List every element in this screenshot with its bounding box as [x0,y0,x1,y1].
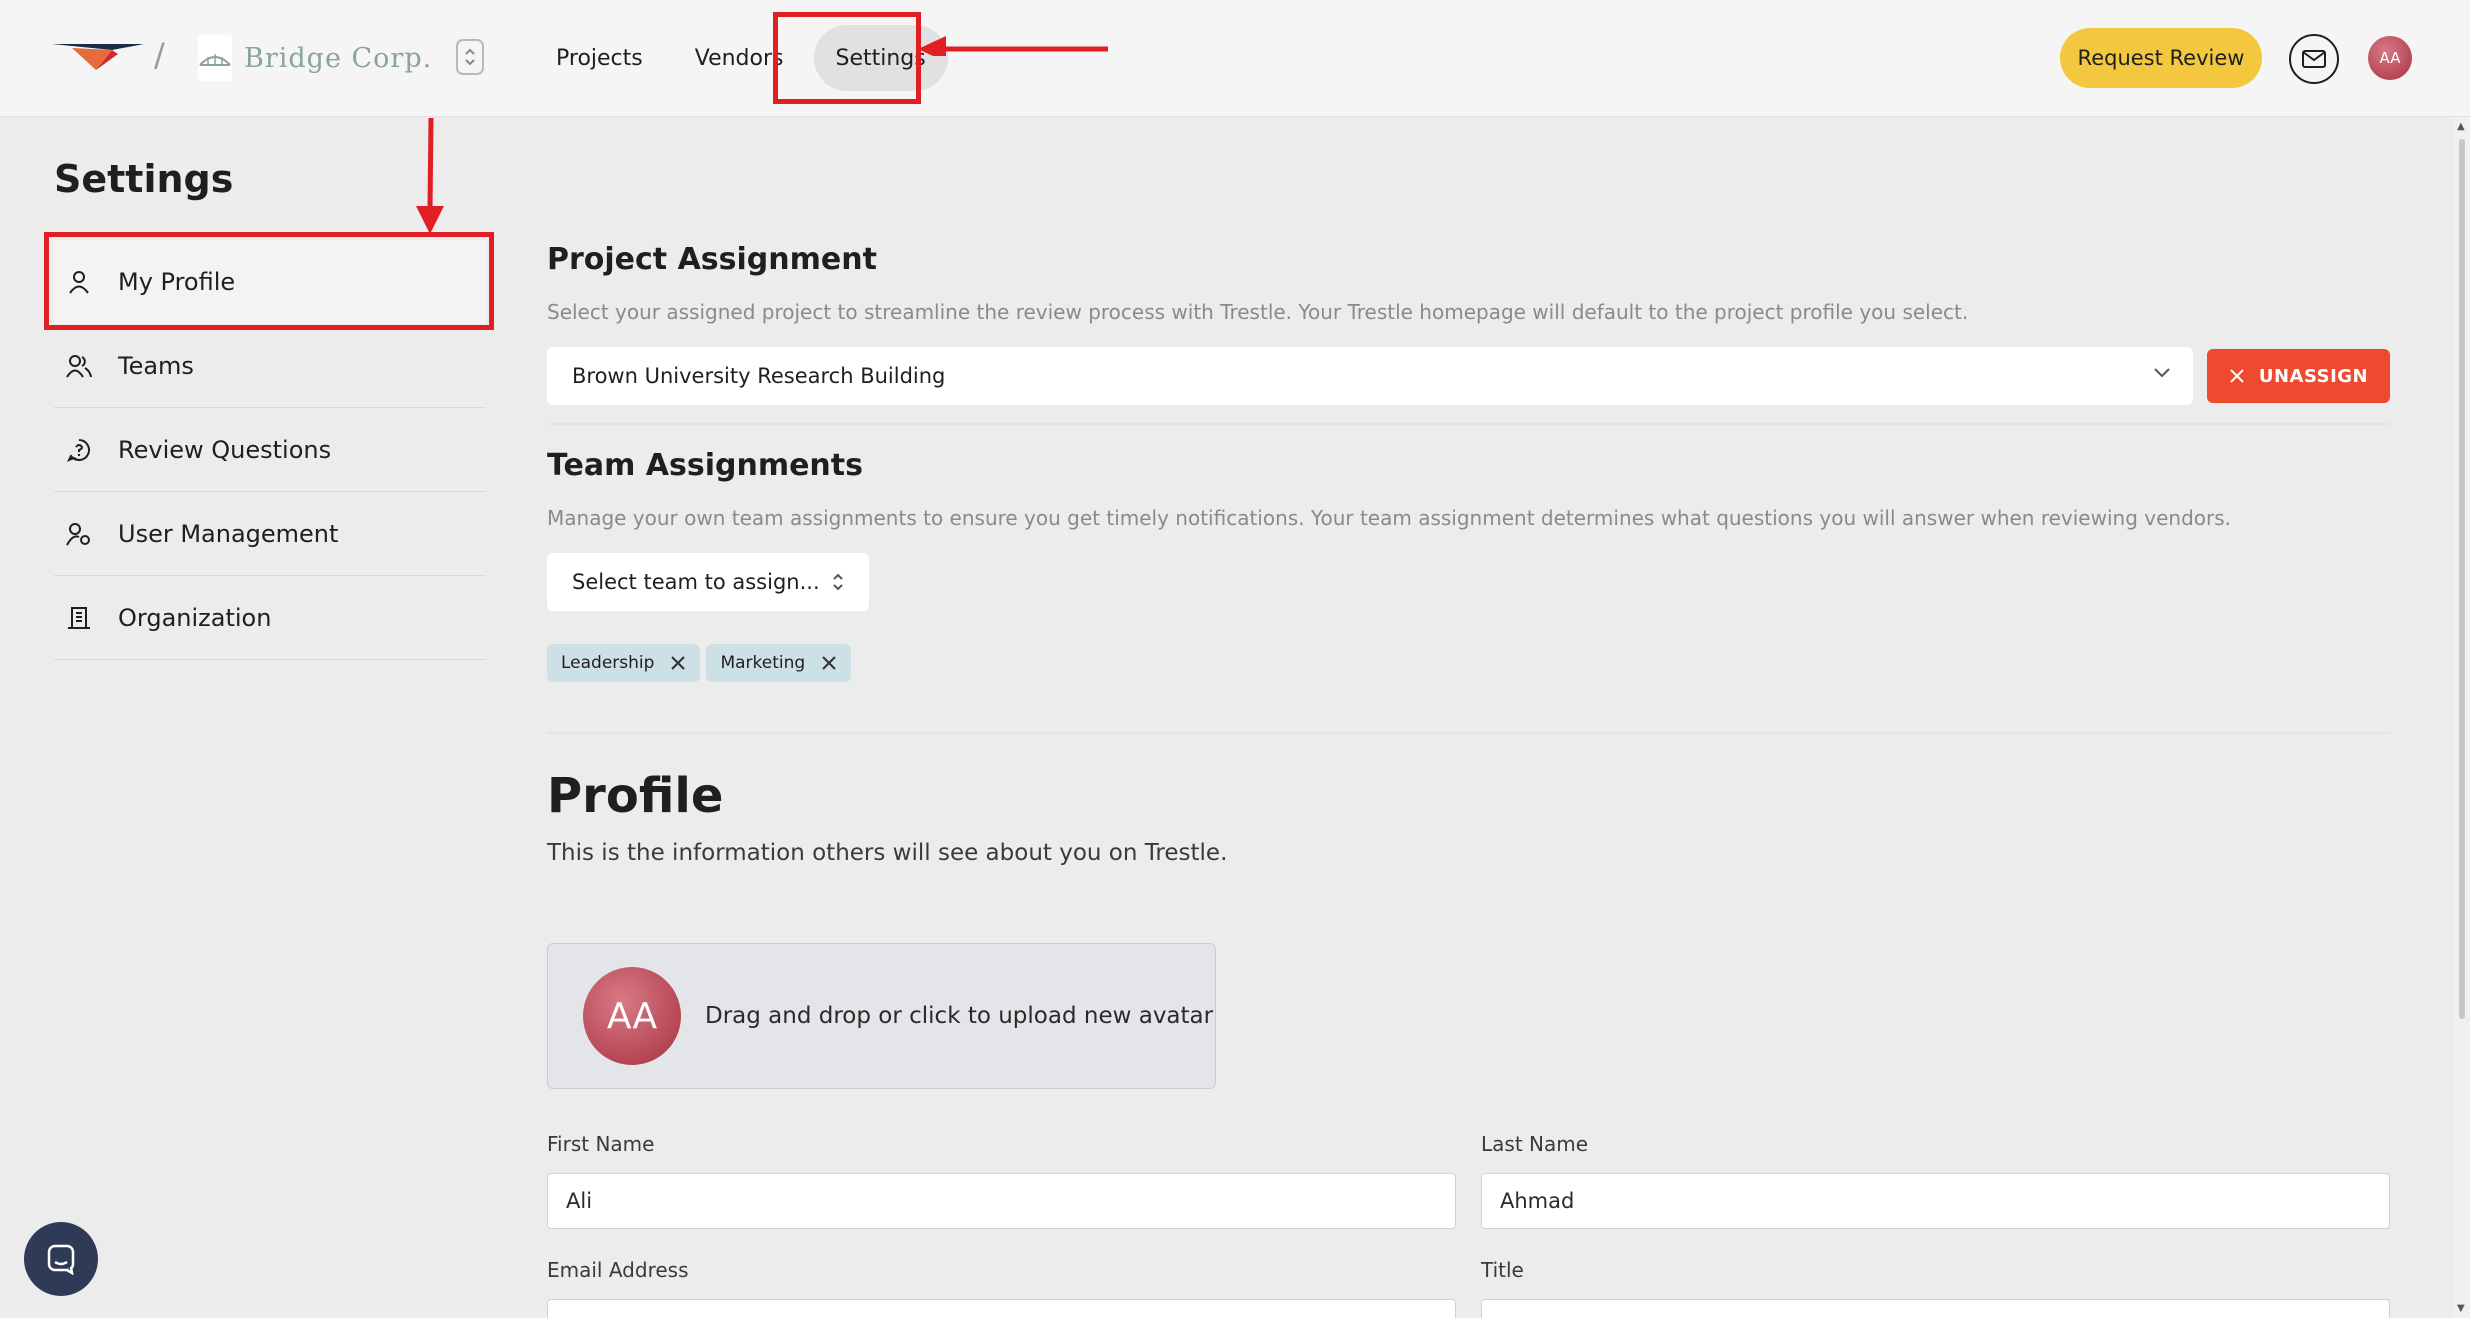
team-assignments-title: Team Assignments [547,448,863,483]
support-chat-button[interactable] [24,1222,98,1296]
annotation-box-settings [773,12,921,104]
org-logo[interactable]: Bridge Corp. [198,34,431,82]
first-name-label: First Name [547,1132,655,1156]
title-label: Title [1481,1258,1524,1282]
chevron-updown-icon [465,48,475,66]
section-divider [547,423,2390,425]
sidebar-item-teams[interactable]: Teams [54,324,486,408]
team-chip: Leadership [547,644,701,682]
annotation-arrow-icon [918,36,1108,56]
team-chip: Marketing [706,644,852,682]
team-chip-label: Marketing [720,653,806,673]
scroll-down-icon[interactable]: ▼ [2457,1303,2465,1314]
scroll-thumb[interactable] [2459,139,2465,1019]
team-assignments-description: Manage your own team assignments to ensu… [547,506,2232,530]
user-gear-icon [66,521,92,547]
sidebar-item-label: Review Questions [118,435,332,464]
sidebar-item-label: Teams [118,351,194,380]
upload-text: Drag and drop or click to upload new ava… [705,1003,1214,1029]
team-chip-label: Leadership [561,653,655,673]
page-scrollbar[interactable]: ▲ ▼ [2454,117,2470,1318]
mail-icon [2302,50,2326,68]
team-select-placeholder: Select team to assign... [572,570,820,594]
user-avatar[interactable]: AA [2368,36,2412,80]
remove-icon[interactable] [670,655,686,671]
unassign-label: UNASSIGN [2258,365,2369,387]
project-assignment-title: Project Assignment [547,242,877,277]
chat-question-icon [66,437,92,463]
annotation-arrow-down-icon [416,118,444,234]
avatar-upload-dropzone[interactable]: AA Drag and drop or click to upload new … [547,943,1216,1089]
project-assignment-description: Select your assigned project to streamli… [547,300,1969,324]
profile-title: Profile [547,768,724,824]
unassign-button[interactable]: UNASSIGN [2207,349,2390,403]
email-field[interactable] [547,1299,1456,1318]
building-icon [66,605,92,631]
remove-icon[interactable] [821,655,837,671]
chevron-updown-icon [833,573,843,591]
last-name-label: Last Name [1481,1132,1589,1156]
org-name: Bridge Corp. [244,42,433,74]
breadcrumb-separator: / [154,36,165,74]
annotation-box-my-profile [44,232,494,330]
inbox-button[interactable] [2289,34,2339,84]
team-chips: Leadership Marketing [547,644,852,682]
top-header: / Bridge Corp. Projects Vendors Settings… [0,0,2470,117]
sidebar-item-user-management[interactable]: User Management [54,492,486,576]
close-icon [2230,369,2244,383]
scroll-up-icon[interactable]: ▲ [2457,121,2467,132]
chat-icon [47,1244,75,1275]
settings-title: Settings [54,157,234,201]
section-divider [547,732,2390,734]
chevron-down-icon [2154,368,2170,378]
sidebar-item-organization[interactable]: Organization [54,576,486,660]
org-switcher-button[interactable] [456,39,484,75]
title-field[interactable] [1481,1299,2390,1318]
project-select[interactable]: Brown University Research Building [547,347,2193,405]
sidebar-item-label: User Management [118,519,339,548]
email-label: Email Address [547,1258,689,1282]
project-select-value: Brown University Research Building [572,364,946,388]
team-select[interactable]: Select team to assign... [547,553,869,611]
sidebar-item-label: Organization [118,603,272,632]
request-review-button[interactable]: Request Review [2060,28,2262,88]
last-name-field[interactable]: Ahmad [1481,1173,2390,1229]
first-name-field[interactable]: Ali [547,1173,1456,1229]
users-icon [66,353,92,379]
avatar: AA [583,967,681,1065]
sidebar-item-review-questions[interactable]: Review Questions [54,408,486,492]
nav-projects[interactable]: Projects [534,25,665,91]
profile-subtitle: This is the information others will see … [547,840,1228,866]
bridge-icon [198,35,232,81]
trestle-logo-icon[interactable] [52,40,144,72]
